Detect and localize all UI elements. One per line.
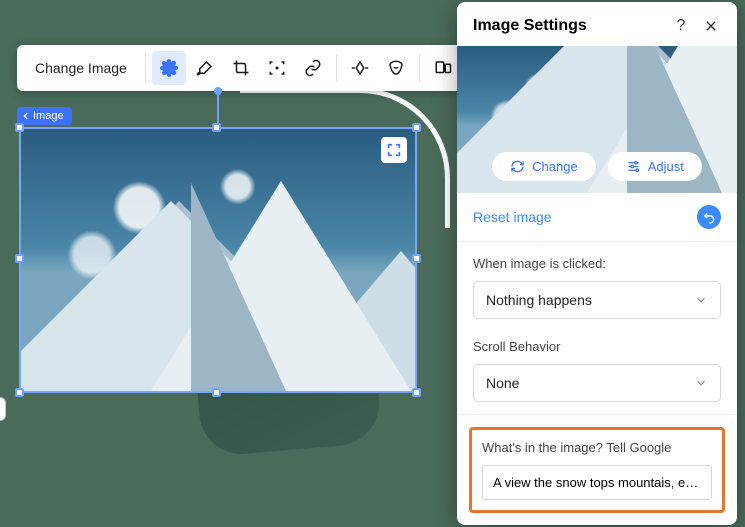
- resize-handle[interactable]: [15, 388, 24, 397]
- scroll-behavior-label: Scroll Behavior: [473, 339, 721, 354]
- animate-icon[interactable]: [343, 51, 377, 85]
- reset-row: Reset image: [457, 193, 737, 242]
- refresh-icon: [510, 159, 525, 174]
- focus-icon[interactable]: [260, 51, 294, 85]
- change-button[interactable]: Change: [492, 152, 596, 181]
- resize-handle[interactable]: [412, 388, 421, 397]
- scroll-behavior-select[interactable]: None: [473, 364, 721, 402]
- reset-image-link[interactable]: Reset image: [473, 209, 697, 225]
- alt-text-label: What's in the image? Tell Google: [482, 440, 712, 455]
- image-preview: Change Adjust: [457, 46, 737, 193]
- help-icon[interactable]: ?: [671, 16, 691, 36]
- expand-icon[interactable]: [381, 137, 407, 163]
- image-chip[interactable]: Image: [17, 107, 72, 125]
- alt-text-section: What's in the image? Tell Google A view …: [469, 427, 725, 513]
- click-behavior-label: When image is clicked:: [473, 256, 721, 271]
- image-content: [21, 129, 415, 391]
- click-behavior-section: When image is clicked: Nothing happens: [457, 242, 737, 325]
- close-icon[interactable]: [701, 16, 721, 36]
- selected-image[interactable]: [19, 127, 417, 393]
- panel-header: Image Settings ?: [457, 2, 737, 46]
- resize-handle[interactable]: [212, 123, 221, 132]
- layout-icon[interactable]: [426, 51, 460, 85]
- click-behavior-value: Nothing happens: [486, 292, 592, 308]
- canvas-edge-handle[interactable]: [0, 397, 6, 421]
- chevron-down-icon: [694, 376, 708, 390]
- change-button-label: Change: [532, 159, 578, 174]
- crop-icon[interactable]: [224, 51, 258, 85]
- chip-label: Image: [33, 110, 64, 122]
- adjust-button-label: Adjust: [648, 159, 684, 174]
- brush-icon[interactable]: [188, 51, 222, 85]
- sliders-icon: [626, 159, 641, 174]
- mask-icon[interactable]: [379, 51, 413, 85]
- adjust-button[interactable]: Adjust: [608, 152, 702, 181]
- chevron-down-icon: [694, 293, 708, 307]
- panel-title: Image Settings: [473, 17, 661, 35]
- chevron-left-icon: [21, 111, 31, 121]
- resize-handle[interactable]: [412, 123, 421, 132]
- divider: [419, 54, 420, 82]
- scroll-behavior-section: Scroll Behavior None: [457, 325, 737, 408]
- divider: [336, 54, 337, 82]
- rotation-stem: [217, 95, 219, 123]
- link-icon[interactable]: [296, 51, 330, 85]
- divider: [145, 54, 146, 82]
- click-behavior-select[interactable]: Nothing happens: [473, 281, 721, 319]
- alt-text-input[interactable]: A view the snow tops mountais, ever…: [482, 465, 712, 500]
- resize-handle[interactable]: [15, 123, 24, 132]
- divider: [457, 414, 737, 415]
- resize-handle[interactable]: [15, 254, 24, 263]
- image-settings-panel: Image Settings ? Change Adjust Reset ima…: [457, 2, 737, 525]
- undo-icon[interactable]: [697, 205, 721, 229]
- change-image-button[interactable]: Change Image: [23, 53, 139, 83]
- resize-handle[interactable]: [212, 388, 221, 397]
- image-toolbar: Change Image: [17, 45, 466, 91]
- rotation-handle[interactable]: [214, 87, 222, 95]
- resize-handle[interactable]: [412, 254, 421, 263]
- scroll-behavior-value: None: [486, 375, 519, 391]
- gear-icon[interactable]: [152, 51, 186, 85]
